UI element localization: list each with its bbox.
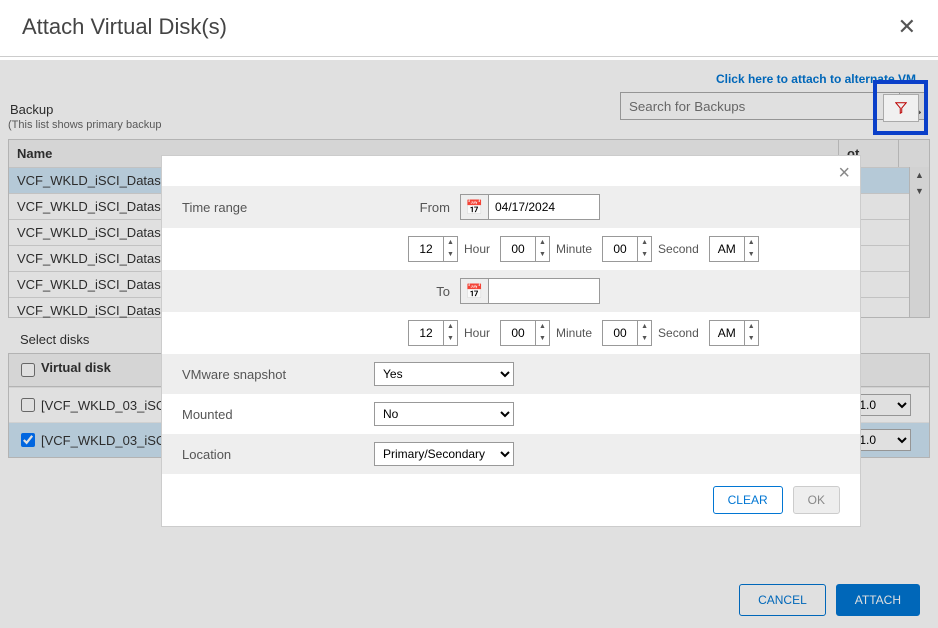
spin-down-icon[interactable]: ▼: [745, 249, 758, 261]
minute-label: Minute: [556, 326, 592, 340]
from-minute-input[interactable]: [501, 237, 535, 261]
filter-highlight-box: [873, 80, 928, 135]
spin-up-icon[interactable]: ▲: [638, 321, 651, 333]
from-second-spinner[interactable]: ▲▼: [602, 236, 652, 262]
to-hour-spinner[interactable]: ▲▼: [408, 320, 458, 346]
spin-down-icon[interactable]: ▼: [745, 333, 758, 345]
close-icon[interactable]: ✕: [898, 14, 916, 40]
to-second-input[interactable]: [603, 321, 637, 345]
spin-up-icon[interactable]: ▲: [444, 321, 457, 333]
clear-button[interactable]: CLEAR: [713, 486, 783, 514]
spin-down-icon[interactable]: ▼: [638, 333, 651, 345]
to-minute-input[interactable]: [501, 321, 535, 345]
to-second-spinner[interactable]: ▲▼: [602, 320, 652, 346]
mounted-select[interactable]: No: [374, 402, 514, 426]
from-label: From: [400, 200, 460, 215]
from-second-input[interactable]: [603, 237, 637, 261]
hour-label: Hour: [464, 242, 490, 256]
spin-down-icon[interactable]: ▼: [536, 249, 549, 261]
spin-up-icon[interactable]: ▲: [536, 237, 549, 249]
filter-modal: × Time range From 📅 ▲▼ Hour ▲▼ Minute ▲▼: [161, 155, 861, 527]
to-minute-spinner[interactable]: ▲▼: [500, 320, 550, 346]
snapshot-select[interactable]: Yes: [374, 362, 514, 386]
snapshot-label: VMware snapshot: [182, 367, 342, 382]
filter-icon: [895, 102, 907, 114]
second-label: Second: [658, 242, 699, 256]
spin-up-icon[interactable]: ▲: [745, 321, 758, 333]
to-ampm-spinner[interactable]: ▲▼: [709, 320, 759, 346]
spin-down-icon[interactable]: ▼: [444, 249, 457, 261]
calendar-icon[interactable]: 📅: [461, 279, 489, 303]
ok-button[interactable]: OK: [793, 486, 840, 514]
dialog-title: Attach Virtual Disk(s): [22, 14, 227, 40]
from-hour-spinner[interactable]: ▲▼: [408, 236, 458, 262]
from-date-input[interactable]: [489, 195, 599, 219]
to-ampm-input[interactable]: [710, 321, 744, 345]
spin-down-icon[interactable]: ▼: [638, 249, 651, 261]
from-ampm-spinner[interactable]: ▲▼: [709, 236, 759, 262]
time-range-label: Time range: [182, 200, 342, 215]
to-date-input[interactable]: [489, 279, 599, 303]
spin-up-icon[interactable]: ▲: [536, 321, 549, 333]
from-ampm-input[interactable]: [710, 237, 744, 261]
from-minute-spinner[interactable]: ▲▼: [500, 236, 550, 262]
modal-close-icon[interactable]: ×: [838, 162, 850, 185]
calendar-icon[interactable]: 📅: [461, 195, 489, 219]
spin-down-icon[interactable]: ▼: [536, 333, 549, 345]
mounted-label: Mounted: [182, 407, 342, 422]
to-hour-input[interactable]: [409, 321, 443, 345]
hour-label: Hour: [464, 326, 490, 340]
spin-up-icon[interactable]: ▲: [638, 237, 651, 249]
spin-down-icon[interactable]: ▼: [444, 333, 457, 345]
location-label: Location: [182, 447, 342, 462]
spin-up-icon[interactable]: ▲: [444, 237, 457, 249]
minute-label: Minute: [556, 242, 592, 256]
filter-button[interactable]: [883, 94, 919, 122]
from-hour-input[interactable]: [409, 237, 443, 261]
to-label: To: [400, 284, 460, 299]
location-select[interactable]: Primary/Secondary: [374, 442, 514, 466]
second-label: Second: [658, 326, 699, 340]
spin-up-icon[interactable]: ▲: [745, 237, 758, 249]
